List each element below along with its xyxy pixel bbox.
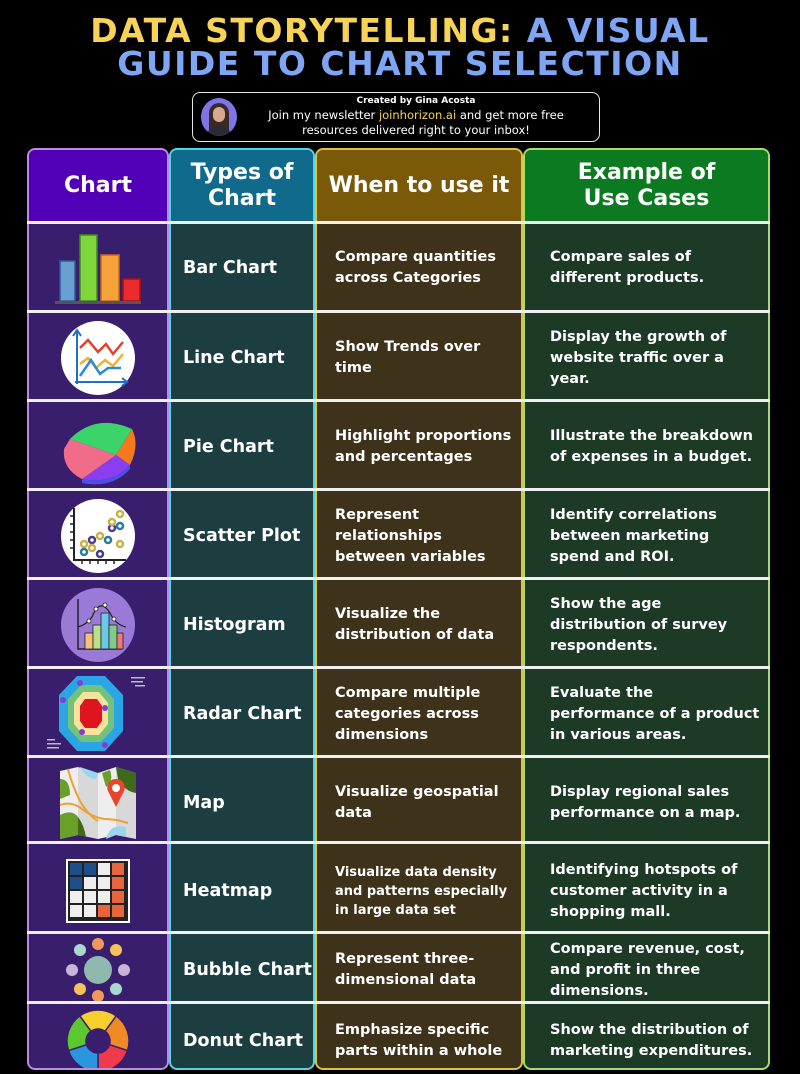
when-cell: Show Trends over time — [335, 339, 481, 376]
row-divider — [27, 310, 770, 313]
type-cell: Scatter Plot — [183, 526, 301, 546]
when-cell: Represent three-dimensional data — [335, 951, 477, 988]
cell-icon-histogram — [29, 582, 167, 668]
map-icon — [58, 765, 138, 841]
when-cell: Visualize the distribution of data — [335, 606, 495, 643]
newsletter-link[interactable]: joinhorizon.ai — [379, 108, 456, 122]
cell-icon-pie — [29, 404, 167, 490]
example-cell: Display the growth of website traffic ov… — [550, 328, 727, 387]
type-cell: Histogram — [183, 615, 286, 635]
example-cell: Compare sales of different products. — [550, 249, 705, 286]
cell-icon-line — [29, 315, 167, 401]
bubble-chart-icon — [64, 937, 132, 1003]
header-types: Types of Chart — [171, 150, 313, 222]
type-cell: Bar Chart — [183, 258, 277, 278]
when-cell: Visualize data density and patterns espe… — [335, 864, 508, 918]
when-cell: Emphasize specific parts within a whole — [335, 1022, 503, 1059]
bar-chart-icon — [53, 229, 143, 307]
donut-segment — [97, 1043, 129, 1068]
histogram-icon — [60, 587, 136, 663]
donut-chart-icon — [66, 1009, 130, 1068]
row-divider — [27, 488, 770, 491]
row-divider — [27, 577, 770, 580]
newsletter-message: Join my newsletter joinhorizon.ai and ge… — [268, 108, 564, 137]
example-cell: Show the age distribution of survey resp… — [550, 595, 728, 654]
type-cell: Line Chart — [183, 348, 285, 368]
when-cell: Visualize geospatial data — [335, 784, 499, 821]
newsletter-banner: Created by Gina Acosta Join my newslette… — [192, 92, 600, 142]
type-cell: Pie Chart — [183, 437, 274, 457]
example-cell: Show the distribution of marketing expen… — [550, 1022, 753, 1059]
example-cell: Evaluate the performance of a product in… — [550, 684, 760, 743]
cell-icon-bubble — [29, 936, 167, 1004]
type-cell: Map — [183, 793, 225, 813]
line-chart-icon — [60, 320, 136, 396]
heatmap-icon — [66, 859, 130, 923]
header-examples: Example of Use Cases — [525, 150, 768, 222]
row-divider — [27, 399, 770, 402]
row-divider — [27, 841, 770, 844]
row-divider — [27, 755, 770, 758]
example-cell: Illustrate the breakdown of expenses in … — [550, 428, 753, 465]
type-cell: Heatmap — [183, 881, 273, 901]
scatter-plot-icon — [60, 498, 136, 574]
example-cell: Identifying hotspots of customer activit… — [550, 861, 738, 920]
when-cell: Compare quantities across Categories — [335, 249, 496, 286]
header-when: When to use it — [317, 150, 521, 222]
pie-chart-icon — [56, 409, 140, 485]
cell-icon-heatmap — [29, 849, 167, 933]
cell-icon-radar — [29, 671, 167, 757]
when-cell: Highlight proportions and percentages — [335, 428, 512, 465]
header-chart: Chart — [29, 150, 167, 222]
cell-icon-bar — [29, 224, 167, 312]
when-cell: Represent relationships between variable… — [335, 506, 486, 565]
page-title: DATA STORYTELLING: A VISUAL GUIDE TO CHA… — [0, 14, 800, 80]
example-cell: Display regional sales performance on a … — [550, 784, 741, 821]
title-line-2: GUIDE TO CHART SELECTION — [117, 44, 683, 83]
example-cell: Identify correlations between marketing … — [550, 506, 717, 565]
row-divider — [27, 666, 770, 669]
row-divider — [27, 1001, 770, 1004]
row-divider — [27, 931, 770, 934]
cell-icon-map — [29, 760, 167, 846]
radar-chart-icon — [43, 673, 153, 755]
row-divider — [27, 221, 770, 224]
cell-icon-scatter — [29, 493, 167, 579]
type-cell: Donut Chart — [183, 1031, 304, 1051]
type-cell: Radar Chart — [183, 704, 302, 724]
when-cell: Compare multiple categories across dimen… — [335, 684, 481, 743]
type-cell: Bubble Chart — [183, 960, 312, 980]
author-avatar — [201, 98, 237, 136]
cell-icon-donut — [29, 1007, 167, 1068]
author-credit: Created by Gina Acosta — [356, 96, 476, 106]
example-cell: Compare revenue, cost, and profit in thr… — [550, 940, 745, 999]
